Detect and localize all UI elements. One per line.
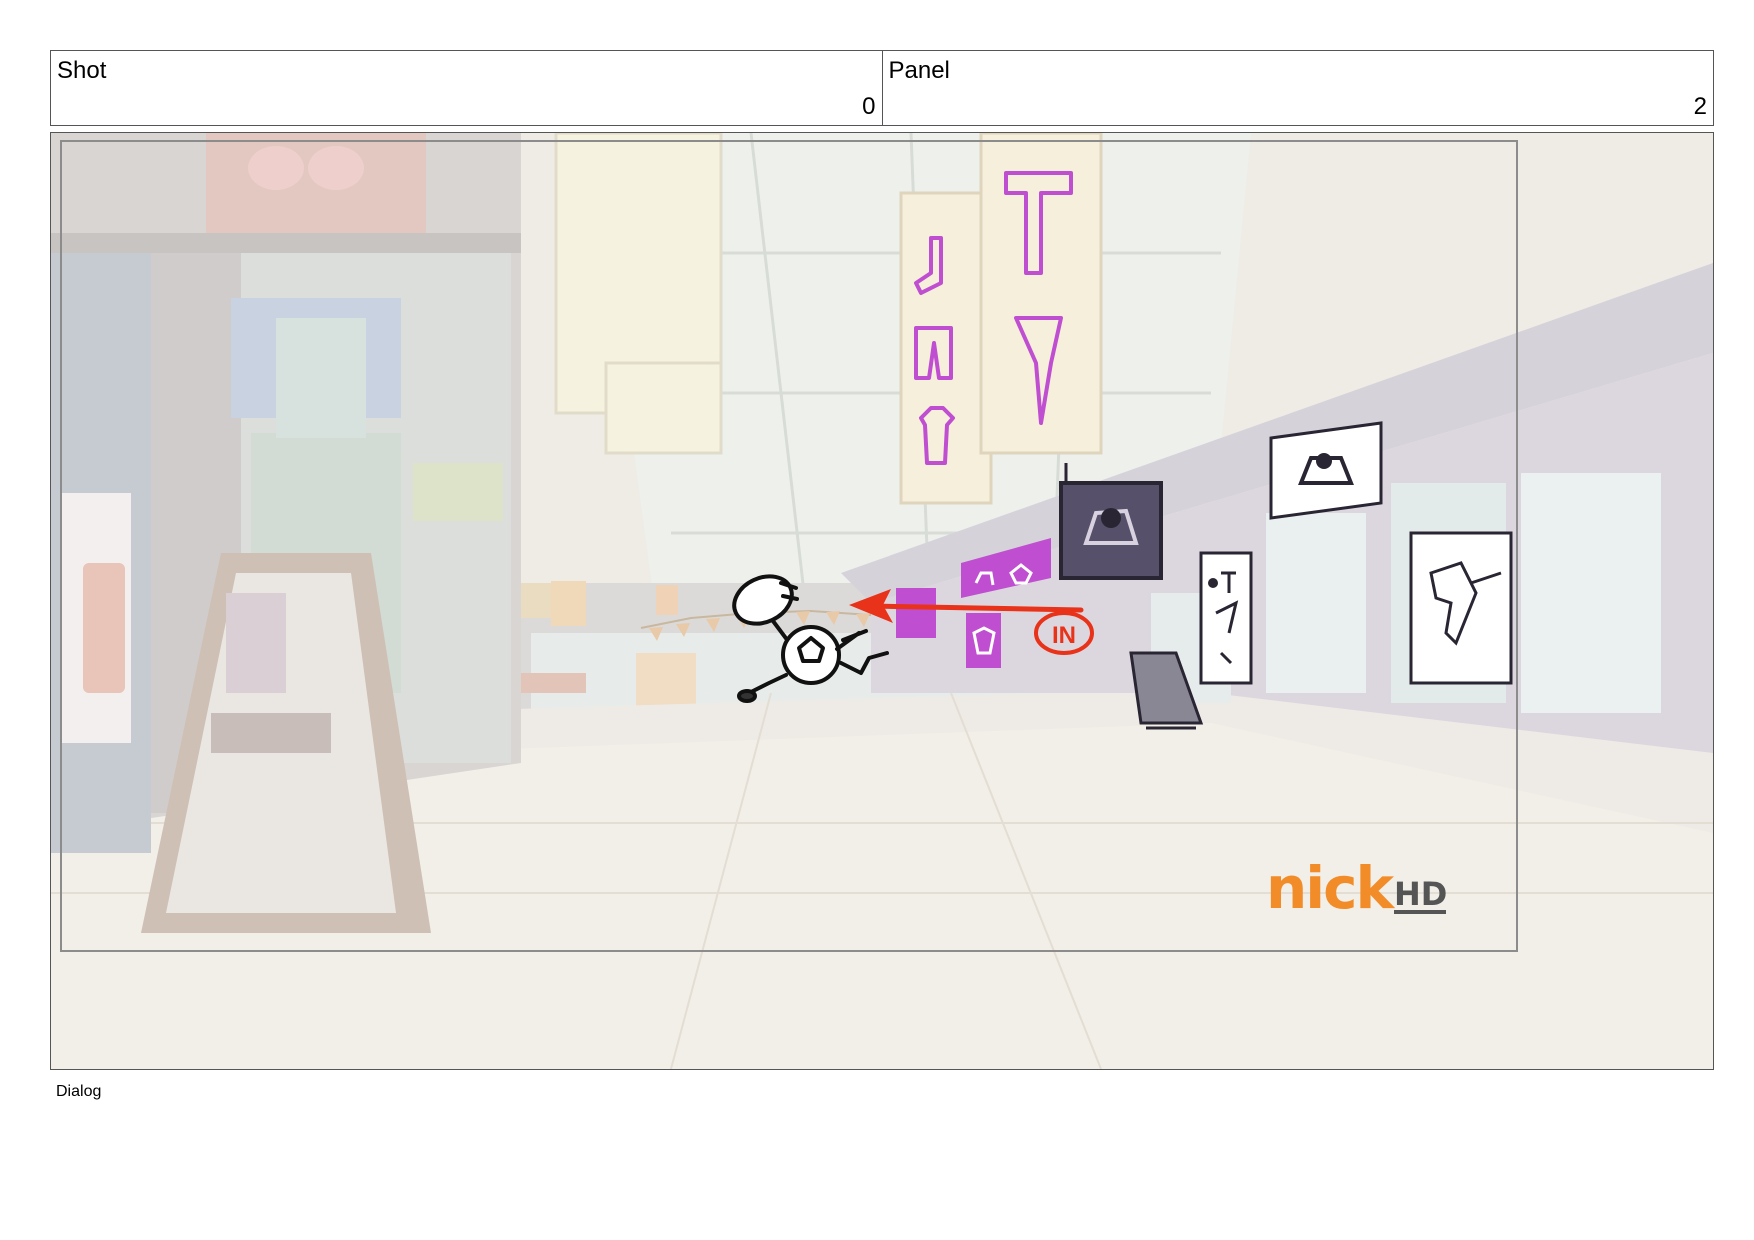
logo-brand-text: nick xyxy=(1266,854,1396,922)
shot-panel-header: Shot 0 Panel 2 xyxy=(50,50,1714,126)
shot-cell: Shot 0 xyxy=(51,51,882,125)
panel-number: 2 xyxy=(1693,93,1707,120)
shot-label: Shot xyxy=(57,57,107,84)
shot-number: 0 xyxy=(862,93,876,120)
mall-scene-illustration: IN nick HD xyxy=(51,133,1713,1069)
panel-cell: Panel 2 xyxy=(881,51,1714,125)
dialog-label: Dialog xyxy=(56,1083,102,1100)
logo-hd-text: HD xyxy=(1394,875,1447,913)
annotation-in-label: IN xyxy=(1052,622,1076,649)
storyboard-panel: IN nick HD xyxy=(50,132,1714,1070)
panel-label: Panel xyxy=(888,57,950,84)
